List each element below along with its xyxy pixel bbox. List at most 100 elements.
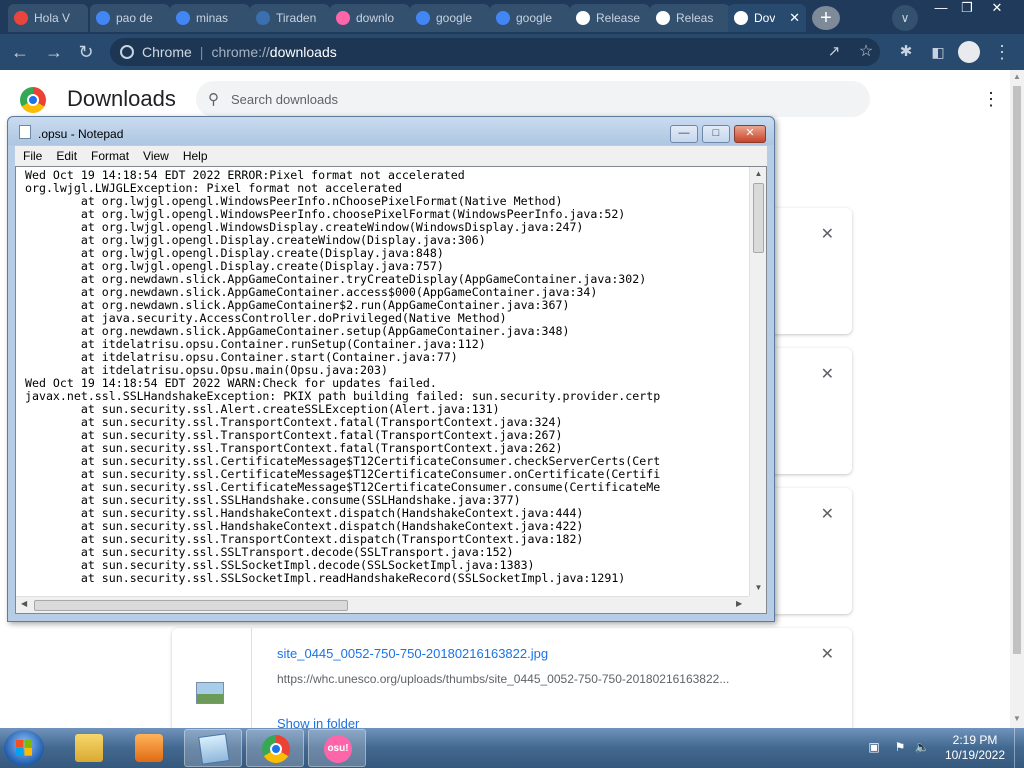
taskbar-media-player[interactable] [120, 729, 178, 767]
tab-favicon-icon [416, 11, 430, 25]
tab-title: downlo [356, 11, 395, 25]
tab-strip: Hola V pao de minas Tiraden downlo google goog… [0, 0, 1024, 34]
scroll-up-arrow-icon[interactable]: ▲ [750, 169, 766, 178]
tab-search-button[interactable]: ∨ [892, 5, 918, 31]
tab-title: Dov [754, 11, 776, 25]
network-icon[interactable]: ▣ [866, 740, 882, 756]
notepad-maximize-button[interactable]: □ [702, 125, 730, 143]
tab-title: google [436, 11, 473, 25]
scroll-down-arrow-icon[interactable]: ▼ [750, 583, 766, 592]
search-icon: ⚲ [208, 91, 219, 108]
profile-avatar[interactable] [958, 41, 980, 63]
notepad-app-icon [19, 125, 31, 139]
notepad-titlebar[interactable]: .opsu - Notepad — □ ✕ [8, 117, 774, 145]
notepad-close-button[interactable]: ✕ [734, 125, 766, 143]
url-scheme: chrome:// [211, 44, 270, 60]
new-tab-button[interactable]: + [812, 6, 840, 30]
tab-6[interactable]: google [410, 4, 490, 32]
tab-10[interactable]: Dov ✕ [728, 4, 806, 32]
start-button[interactable] [4, 730, 44, 766]
tab-4[interactable]: Tiraden [250, 4, 330, 32]
action-center-icon[interactable]: ⚑ [892, 740, 908, 756]
chrome-menu-button[interactable]: ⋮ [990, 40, 1014, 64]
remove-download-button[interactable]: ✕ [821, 364, 834, 384]
notepad-horizontal-scroll-thumb[interactable] [34, 600, 348, 611]
tab-title: Tiraden [276, 11, 317, 25]
taskbar-osu[interactable]: osu! [308, 729, 366, 767]
reload-icon: ↻ [78, 42, 94, 62]
tab-favicon-icon [336, 11, 350, 25]
tab-7[interactable]: google [490, 4, 570, 32]
restore-window-button[interactable]: ❐ [952, 0, 982, 18]
share-icon: ↗ [827, 43, 841, 60]
menu-format[interactable]: Format [91, 149, 129, 163]
tab-favicon-icon [496, 11, 510, 25]
tab-favicon-icon [96, 11, 110, 25]
reload-button[interactable]: ↻ [74, 40, 98, 64]
scrollbar-corner [749, 596, 766, 613]
volume-icon[interactable]: 🔈 [914, 740, 930, 756]
bookmark-button[interactable]: ☆ [854, 40, 878, 64]
scroll-right-arrow-icon[interactable]: ▶ [736, 599, 742, 608]
close-icon: ✕ [820, 366, 834, 383]
tab-favicon-icon [656, 11, 670, 25]
close-tab-icon[interactable]: ✕ [789, 10, 800, 26]
scroll-up-arrow-icon[interactable]: ▲ [1012, 72, 1022, 81]
menu-edit[interactable]: Edit [56, 149, 77, 163]
search-downloads-input[interactable]: ⚲ Search downloads [196, 81, 870, 117]
share-button[interactable]: ↗ [822, 40, 846, 64]
notepad-text-area[interactable]: Wed Oct 19 14:18:54 EDT 2022 ERROR:Pixel… [15, 166, 767, 614]
tab-8[interactable]: Release [570, 4, 650, 32]
windows-logo-icon [16, 740, 32, 756]
taskbar-notepad[interactable] [184, 729, 242, 767]
extensions-button[interactable]: ✱ [894, 40, 918, 64]
chevron-down-icon: ∨ [900, 11, 910, 25]
scroll-left-arrow-icon[interactable]: ◀ [21, 599, 27, 608]
taskbar-explorer[interactable] [60, 729, 118, 767]
notepad-window: .opsu - Notepad — □ ✕ File Edit Format V… [7, 116, 775, 622]
menu-view[interactable]: View [143, 149, 169, 163]
page-title: Downloads [67, 86, 176, 111]
search-placeholder: Search downloads [231, 91, 338, 107]
scroll-down-arrow-icon[interactable]: ▼ [1012, 714, 1022, 723]
notepad-title: .opsu - Notepad [38, 127, 124, 141]
notepad-minimize-button[interactable]: — [670, 125, 698, 143]
forward-button[interactable]: → [42, 40, 66, 64]
taskbar-chrome[interactable] [246, 729, 304, 767]
download-filename-link[interactable]: site_0445_0052-750-750-20180216163822.jp… [277, 646, 548, 661]
notepad-vertical-scrollbar[interactable]: ▲ ▼ [749, 167, 766, 597]
notepad-horizontal-scrollbar[interactable]: ◀ ▶ [16, 596, 750, 613]
taskbar-clock[interactable]: 2:19 PM 10/19/2022 [940, 733, 1010, 763]
taskbar: osu! ▣ ⚑ 🔈 2:19 PM 10/19/2022 [0, 728, 1024, 768]
page-scrollbar-thumb[interactable] [1013, 86, 1021, 654]
side-panel-button[interactable]: ◧ [926, 40, 950, 64]
tab-5[interactable]: downlo [330, 4, 410, 32]
osu-icon: osu! [324, 735, 352, 763]
show-desktop-button[interactable] [1014, 728, 1024, 768]
tab-2[interactable]: pao de [90, 4, 170, 32]
remove-download-button[interactable]: ✕ [821, 644, 834, 664]
close-icon: ✕ [820, 646, 834, 663]
back-button[interactable]: ← [8, 40, 32, 64]
kebab-menu-icon: ⋮ [993, 42, 1011, 62]
clock-time: 2:19 PM [952, 733, 998, 747]
download-item: site_0445_0052-750-750-20180216163822.jp… [172, 628, 852, 738]
tab-3[interactable]: minas [170, 4, 250, 32]
download-source-url[interactable]: https://whc.unesco.org/uploads/thumbs/si… [277, 672, 777, 686]
remove-download-button[interactable]: ✕ [821, 224, 834, 244]
remove-download-button[interactable]: ✕ [821, 504, 834, 524]
menu-file[interactable]: File [23, 149, 42, 163]
arrow-left-icon: ← [11, 42, 29, 62]
file-thumbnail-column [172, 628, 252, 738]
notepad-content[interactable]: Wed Oct 19 14:18:54 EDT 2022 ERROR:Pixel… [25, 169, 751, 593]
page-scrollbar[interactable]: ▲ ▼ [1010, 70, 1024, 728]
address-bar[interactable]: Chrome | chrome:// downloads [110, 38, 880, 66]
tab-1[interactable]: Hola V [8, 4, 88, 32]
downloads-menu-button[interactable]: ⋮ [982, 88, 1000, 110]
menu-help[interactable]: Help [183, 149, 208, 163]
tab-9[interactable]: Releas [650, 4, 730, 32]
close-window-button[interactable]: ✕ [982, 0, 1012, 18]
media-player-icon [135, 734, 163, 762]
notepad-vertical-scroll-thumb[interactable] [753, 183, 764, 253]
log-line: at sun.security.ssl.SSLSocketImpl.readHa… [25, 571, 626, 585]
